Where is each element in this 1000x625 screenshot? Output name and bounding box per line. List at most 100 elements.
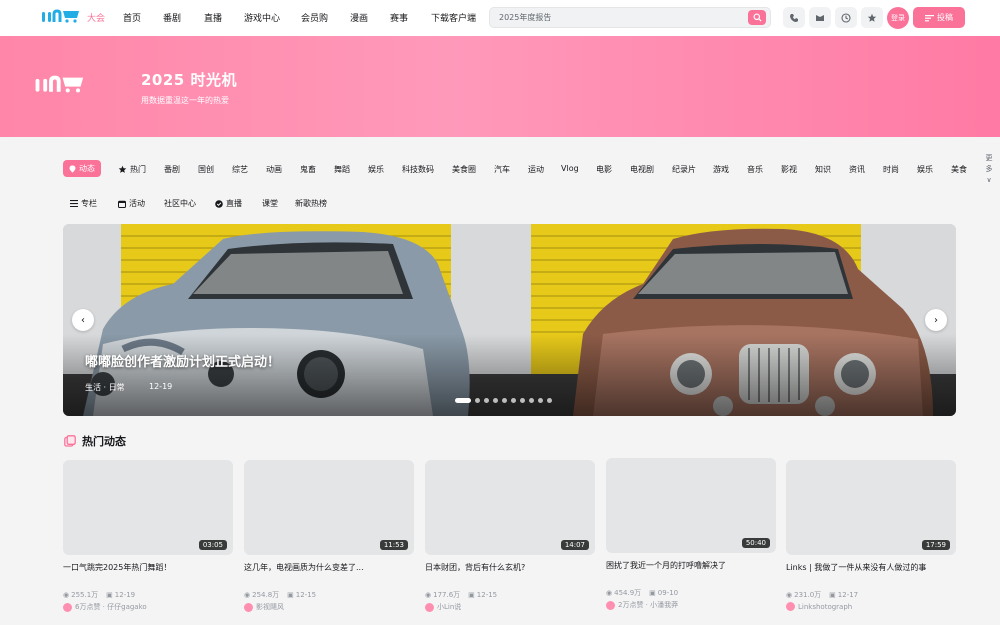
video-title[interactable]: Links | 我做了一件从来没有人做过的事 bbox=[786, 562, 956, 573]
category-hot[interactable]: 热门 bbox=[118, 164, 146, 175]
video-card[interactable]: 14:07 日本财团，背后有什么玄机? ◉ 177.6万 ▣ 12-15 小Lin说 bbox=[425, 460, 595, 625]
carousel-dot[interactable] bbox=[538, 398, 543, 403]
upload-button[interactable]: 投稿 bbox=[913, 7, 965, 28]
search-button[interactable] bbox=[748, 10, 766, 25]
carousel-dot[interactable] bbox=[529, 398, 534, 403]
category-item[interactable]: 科技数码 bbox=[402, 164, 434, 175]
video-title[interactable]: 日本财团，背后有什么玄机? bbox=[425, 562, 595, 573]
carousel-dot[interactable] bbox=[547, 398, 552, 403]
video-author[interactable]: Linkshotograph bbox=[786, 602, 852, 611]
video-card[interactable]: 17:59 Links | 我做了一件从来没有人做过的事 ◉ 231.0万 ▣ 12… bbox=[786, 460, 956, 625]
nav-item-esports[interactable]: 赛事 bbox=[390, 11, 408, 24]
nav-item-shop[interactable]: 会员购 bbox=[301, 11, 328, 24]
year-review-banner[interactable]: 2025 时光机 用数据重温这一年的热爱 bbox=[0, 36, 1000, 137]
category-item[interactable]: 舞蹈 bbox=[334, 164, 350, 175]
favorites-button[interactable] bbox=[861, 7, 883, 28]
upload-icon bbox=[925, 14, 934, 21]
video-stats: ◉ 254.8万 ▣ 12-15 bbox=[244, 590, 316, 600]
category-item[interactable]: 纪录片 bbox=[672, 164, 696, 175]
nav-item-home[interactable]: 首页 bbox=[123, 11, 141, 24]
video-card[interactable]: 50:40 困扰了我近一个月的打呼噜解决了 ◉ 454.9万 ▣ 09-10 2万点… bbox=[606, 458, 776, 623]
category-community[interactable]: 社区中心 bbox=[164, 198, 196, 209]
nav-item-download[interactable]: 下载客户端 bbox=[431, 11, 476, 24]
carousel-dot[interactable] bbox=[484, 398, 489, 403]
video-thumbnail[interactable]: 50:40 bbox=[606, 458, 776, 553]
video-duration: 17:59 bbox=[921, 540, 950, 550]
carousel-title[interactable]: 嘟嘟脸创作者激励计划正式启动！ bbox=[85, 351, 280, 370]
login-button[interactable]: 登录 bbox=[887, 7, 909, 29]
carousel-prev-button[interactable]: ‹ bbox=[72, 309, 94, 331]
category-item[interactable]: 美食圈 bbox=[452, 164, 476, 175]
carousel-dot[interactable] bbox=[475, 398, 480, 403]
check-circle-icon bbox=[215, 199, 223, 208]
phone-icon bbox=[790, 13, 798, 22]
category-item[interactable]: 知识 bbox=[815, 164, 831, 175]
category-class[interactable]: 课堂 bbox=[262, 198, 278, 209]
category-item[interactable]: 娱乐 bbox=[917, 164, 933, 175]
video-title[interactable]: 这几年，电视画质为什么变差了... bbox=[244, 562, 414, 573]
video-views: 254.8万 bbox=[252, 591, 280, 599]
category-item[interactable]: 资讯 bbox=[849, 164, 865, 175]
category-item[interactable]: 娱乐 bbox=[368, 164, 384, 175]
video-card[interactable]: 03:05 一口气跳完2025年热门舞蹈！ ◉ 255.1万 ▣ 12-19 6万点… bbox=[63, 460, 233, 625]
carousel-dot[interactable] bbox=[520, 398, 525, 403]
category-live[interactable]: 直播 bbox=[215, 198, 242, 209]
search-box[interactable]: 2025年度报告 bbox=[489, 7, 771, 28]
carousel-meta: 生活 · 日常 bbox=[85, 383, 125, 392]
message-button[interactable] bbox=[809, 7, 831, 28]
phone-button[interactable] bbox=[783, 7, 805, 28]
category-item[interactable]: 运动 bbox=[528, 164, 544, 175]
avatar bbox=[425, 602, 434, 612]
video-thumbnail[interactable]: 03:05 bbox=[63, 460, 233, 555]
calendar-icon: ▣ bbox=[829, 591, 836, 599]
avatar bbox=[244, 602, 253, 612]
category-item[interactable]: 国创 bbox=[198, 164, 214, 175]
video-author[interactable]: 小Lin说 bbox=[425, 602, 461, 612]
eye-icon: ◉ bbox=[244, 591, 251, 599]
video-author[interactable]: 6万点赞 · 仔仔gagako bbox=[63, 602, 147, 612]
video-stats: ◉ 255.1万 ▣ 12-19 bbox=[63, 590, 135, 600]
category-dynamic[interactable]: 动态 bbox=[63, 160, 101, 177]
category-item[interactable]: 影视 bbox=[781, 164, 797, 175]
video-title[interactable]: 一口气跳完2025年热门舞蹈！ bbox=[63, 562, 233, 573]
category-item[interactable]: 美食 bbox=[951, 164, 967, 175]
category-activity[interactable]: 活动 bbox=[118, 198, 145, 209]
more-categories-button[interactable]: 更多 ∨ bbox=[985, 153, 993, 186]
carousel-dot[interactable] bbox=[502, 398, 507, 403]
carousel-dot[interactable] bbox=[493, 398, 498, 403]
category-item[interactable]: 动画 bbox=[266, 164, 282, 175]
carousel-dot[interactable] bbox=[455, 398, 471, 403]
video-card[interactable]: 11:53 这几年，电视画质为什么变差了... ◉ 254.8万 ▣ 12-15 影… bbox=[244, 460, 414, 625]
category-item[interactable]: 番剧 bbox=[164, 164, 180, 175]
category-item[interactable]: Vlog bbox=[561, 164, 579, 173]
site-logo-icon[interactable] bbox=[42, 9, 80, 23]
video-title[interactable]: 困扰了我近一个月的打呼噜解决了 bbox=[606, 560, 776, 571]
category-item[interactable]: 时尚 bbox=[883, 164, 899, 175]
video-thumbnail[interactable]: 17:59 bbox=[786, 460, 956, 555]
video-thumbnail[interactable]: 14:07 bbox=[425, 460, 595, 555]
category-item[interactable]: 电视剧 bbox=[630, 164, 654, 175]
category-item[interactable]: 音乐 bbox=[747, 164, 763, 175]
category-item[interactable]: 汽车 bbox=[494, 164, 510, 175]
video-stats: ◉ 454.9万 ▣ 09-10 bbox=[606, 588, 678, 598]
nav-item-comic[interactable]: 漫画 bbox=[350, 11, 368, 24]
nav-item-live[interactable]: 直播 bbox=[204, 11, 222, 24]
nav-item-anime[interactable]: 番剧 bbox=[163, 11, 181, 24]
nav-item-event[interactable]: 大会 bbox=[87, 11, 105, 24]
category-new-songs[interactable]: 新歌热榜 bbox=[295, 198, 327, 209]
carousel-dot[interactable] bbox=[511, 398, 516, 403]
category-item[interactable]: 鬼畜 bbox=[300, 164, 316, 175]
category-column[interactable]: 专栏 bbox=[70, 198, 97, 209]
category-item[interactable]: 游戏 bbox=[713, 164, 729, 175]
video-thumbnail[interactable]: 11:53 bbox=[244, 460, 414, 555]
history-button[interactable] bbox=[835, 7, 857, 28]
carousel-next-button[interactable]: › bbox=[925, 309, 947, 331]
category-item[interactable]: 电影 bbox=[596, 164, 612, 175]
nav-item-game-center[interactable]: 游戏中心 bbox=[244, 11, 280, 24]
author-name: 6万点赞 · 仔仔gagako bbox=[75, 603, 147, 611]
category-item[interactable]: 综艺 bbox=[232, 164, 248, 175]
video-author[interactable]: 影视飓风 bbox=[244, 602, 284, 612]
video-author[interactable]: 2万点赞 · 小潘我莽 bbox=[606, 600, 678, 610]
featured-carousel[interactable]: 嘟嘟脸创作者激励计划正式启动！ 生活 · 日常 12-19 ‹ › bbox=[63, 224, 956, 416]
search-input[interactable]: 2025年度报告 bbox=[499, 12, 551, 23]
